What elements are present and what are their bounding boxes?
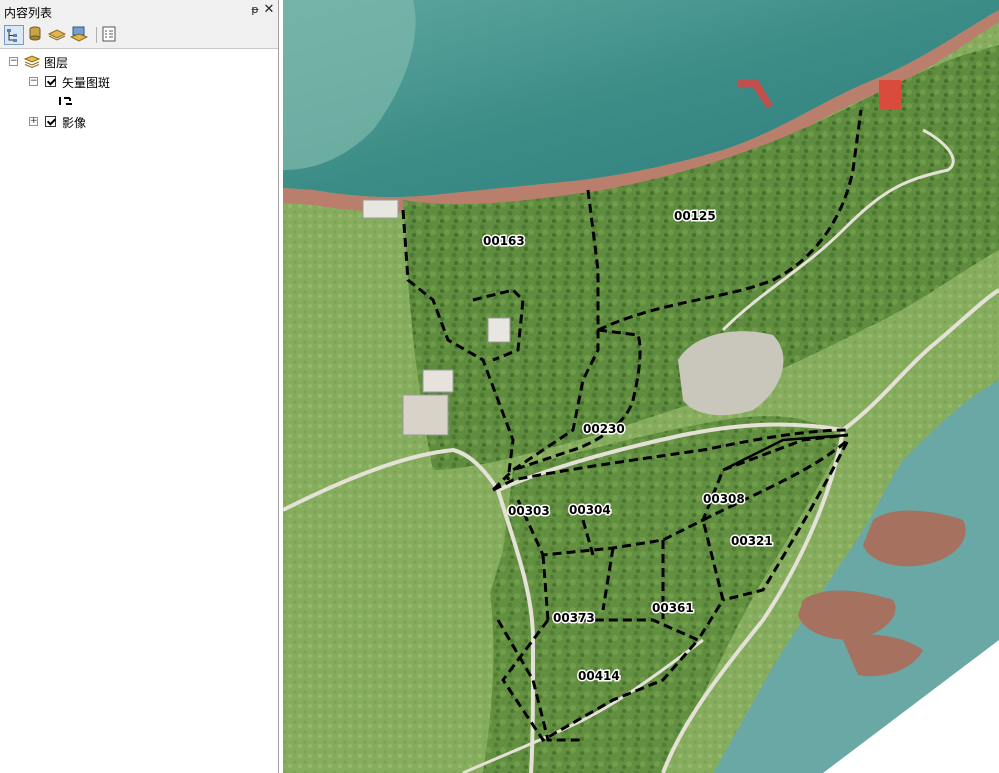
- parcel-label[interactable]: 00303: [507, 503, 552, 520]
- building: [422, 369, 454, 393]
- building: [402, 394, 449, 436]
- expand-toggle[interactable]: +: [29, 117, 38, 126]
- parcel-label[interactable]: 00361: [651, 600, 696, 617]
- layer-visibility-checkbox[interactable]: [45, 76, 56, 87]
- dashed-polygon-symbol-icon: [58, 95, 76, 110]
- collapse-toggle[interactable]: −: [29, 77, 38, 86]
- pin-icon[interactable]: ᵽ: [248, 3, 262, 17]
- layer-label: 矢量图斑: [62, 76, 111, 90]
- layers-icon: [23, 53, 41, 72]
- building: [487, 317, 511, 343]
- collapse-toggle[interactable]: −: [9, 57, 18, 66]
- map-view[interactable]: 00163 00125 00230 00303 00304 00308 0032…: [283, 0, 999, 773]
- parcel-label[interactable]: 00230: [582, 421, 627, 438]
- layer-visibility-checkbox[interactable]: [45, 116, 56, 127]
- parcel-label[interactable]: 00321: [730, 533, 775, 550]
- parcel-label[interactable]: 00414: [577, 668, 622, 685]
- toolbar-separator: [96, 27, 97, 43]
- building-red-roof: [879, 80, 901, 110]
- grassland: [283, 470, 494, 773]
- watermark-logo-icon: [10, 744, 42, 762]
- toc-toolbar: [0, 22, 278, 49]
- tree-root-label: 图层: [44, 56, 69, 70]
- list-by-source-icon[interactable]: [26, 25, 46, 45]
- list-by-drawing-order-icon[interactable]: [4, 25, 24, 45]
- layer-item-vector-parcels[interactable]: − 矢量图斑: [0, 72, 278, 90]
- layer-item-imagery[interactable]: + 影像: [0, 112, 278, 130]
- building: [362, 199, 399, 219]
- watermark-text: 大数跨境: [48, 745, 128, 769]
- parcel-label[interactable]: 00304: [568, 502, 613, 519]
- toc-title: 内容列表: [4, 6, 53, 20]
- layer-legend-symbol: [0, 92, 278, 110]
- table-of-contents-panel: 内容列表 ᵽ ✕ − 图层 − 矢量图斑 + 影像: [0, 0, 279, 773]
- list-by-selection-icon[interactable]: [69, 25, 90, 45]
- parcel-label[interactable]: 00308: [702, 491, 747, 508]
- layer-label: 影像: [62, 116, 87, 130]
- options-icon[interactable]: [100, 25, 120, 45]
- tree-root[interactable]: − 图层: [0, 52, 278, 70]
- parcel-label[interactable]: 00163: [482, 233, 527, 250]
- toc-title-bar: 内容列表 ᵽ ✕: [0, 0, 278, 23]
- parcel-label[interactable]: 00373: [552, 610, 597, 627]
- list-by-visibility-icon[interactable]: [47, 25, 68, 45]
- close-icon[interactable]: ✕: [262, 3, 276, 17]
- parcel-label[interactable]: 00125: [673, 208, 718, 225]
- map-canvas[interactable]: 00163 00125 00230 00303 00304 00308 0032…: [283, 0, 999, 773]
